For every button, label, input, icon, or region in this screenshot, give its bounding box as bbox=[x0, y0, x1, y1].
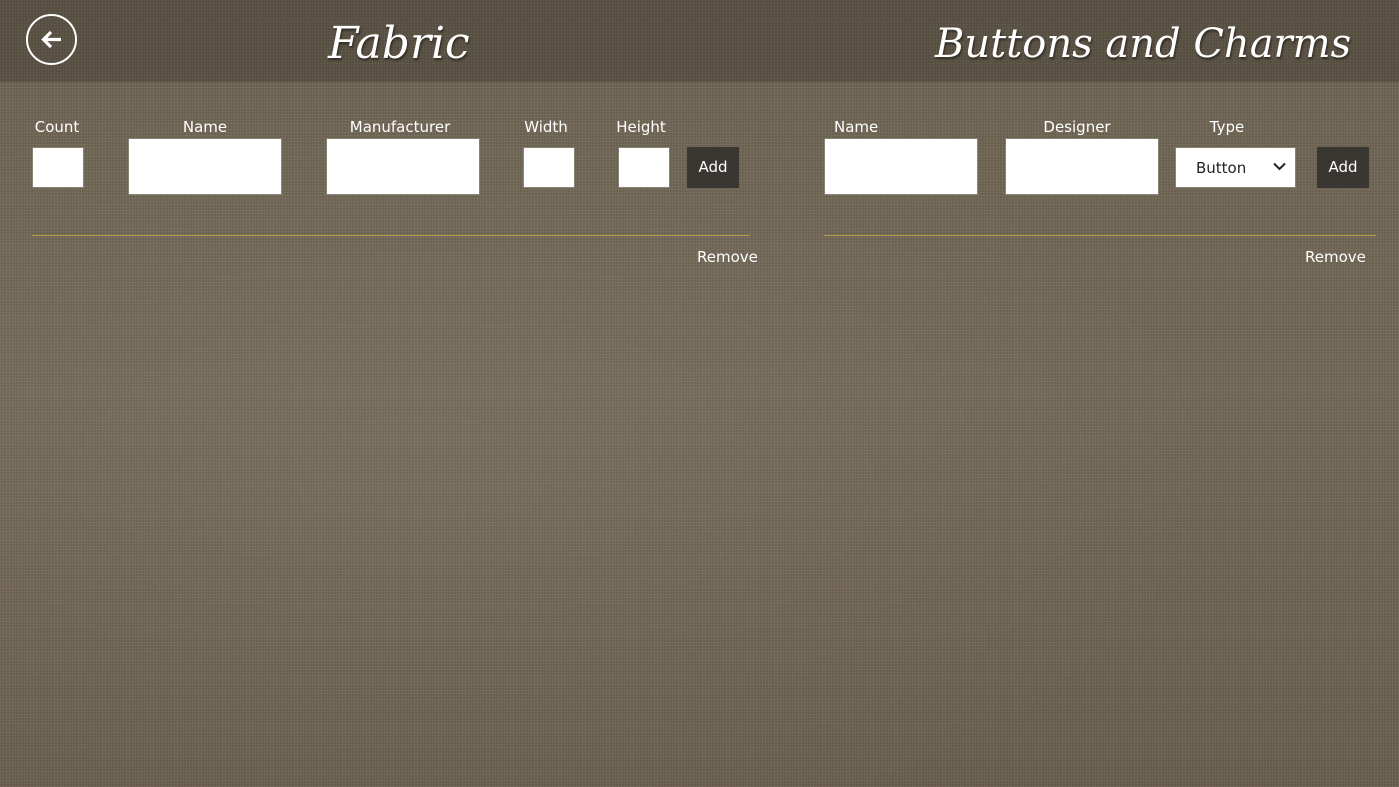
arrow-left-icon bbox=[41, 30, 61, 49]
fabric-add-button[interactable]: Add bbox=[687, 147, 739, 188]
charm-name-label: Name bbox=[834, 118, 879, 136]
fabric-manufacturer-input[interactable] bbox=[326, 138, 480, 195]
fabric-manufacturer-label: Manufacturer bbox=[349, 118, 451, 136]
fabric-divider bbox=[32, 235, 750, 236]
charm-type-selected-value: Button bbox=[1196, 159, 1247, 177]
charms-divider bbox=[824, 235, 1376, 236]
fabric-height-input[interactable] bbox=[618, 147, 670, 188]
buttons-and-charms-title: Buttons and Charms bbox=[935, 21, 1352, 67]
fabric-title: Fabric bbox=[328, 18, 470, 69]
back-button[interactable] bbox=[26, 14, 77, 65]
charm-designer-input[interactable] bbox=[1005, 138, 1159, 195]
chevron-down-icon bbox=[1273, 162, 1286, 171]
fabric-remove-button[interactable]: Remove bbox=[697, 247, 758, 267]
charm-type-label: Type bbox=[1209, 118, 1245, 136]
charm-type-select[interactable]: Button bbox=[1175, 147, 1296, 188]
fabric-name-label: Name bbox=[182, 118, 228, 136]
charm-name-input[interactable] bbox=[824, 138, 978, 195]
fabric-count-input[interactable] bbox=[32, 147, 84, 188]
fabric-name-input[interactable] bbox=[128, 138, 282, 195]
page-header: Fabric Buttons and Charms bbox=[0, 0, 1399, 82]
charm-add-button[interactable]: Add bbox=[1317, 147, 1369, 188]
charm-remove-button[interactable]: Remove bbox=[1305, 247, 1366, 267]
fabric-count-label: Count bbox=[34, 118, 80, 136]
fabric-width-input[interactable] bbox=[523, 147, 575, 188]
fabric-height-label: Height bbox=[616, 118, 666, 136]
charm-designer-label: Designer bbox=[1043, 118, 1111, 136]
fabric-width-label: Width bbox=[524, 118, 568, 136]
